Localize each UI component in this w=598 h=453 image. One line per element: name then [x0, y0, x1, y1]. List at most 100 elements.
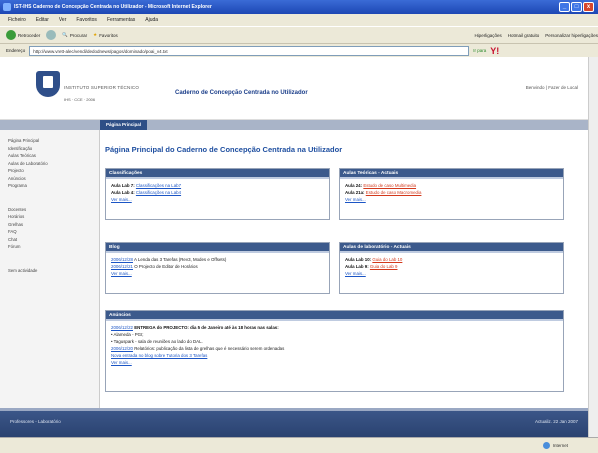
personalize-links[interactable]: Personalizar hiperligações [545, 33, 598, 38]
row-link[interactable]: Guia do Lab 9 [370, 264, 398, 269]
footer-right: Actualiz. 22 Jan 2007 [534, 419, 578, 424]
sidebar-item[interactable]: Aulas Teóricas [0, 153, 99, 161]
panel-title: Anúncios [106, 311, 563, 321]
favorites-button[interactable]: ★ Favoritos [93, 32, 118, 38]
sidebar-item[interactable]: Identificação [0, 146, 99, 154]
sidebar-item[interactable]: Projecto [0, 168, 99, 176]
sidebar-item[interactable]: Docentes [0, 207, 99, 215]
sidebar-item[interactable]: Página Principal [0, 138, 99, 146]
site-footer: Professores - Laboratório Actualiz. 22 J… [0, 408, 588, 437]
menu-help[interactable]: Ajuda [145, 17, 158, 23]
row-date[interactable]: 2006/12/28 [111, 257, 133, 262]
footer-left: Professores - Laboratório [10, 419, 61, 424]
user-info[interactable]: Benvindo | Fazer de Local [526, 85, 578, 90]
panel-classificacoes: Classificações Aula Lab 7: Classificaçõe… [105, 168, 330, 220]
favorites-label: Favoritos [99, 32, 118, 38]
menu-tools[interactable]: Ferramentas [107, 17, 135, 23]
list-item: • Alameda - PGI; [111, 332, 144, 337]
search-label: Procurar [69, 32, 88, 38]
list-item: Aula 21a: Estudo de caso Macromedia [345, 189, 558, 196]
links-label[interactable]: Hiperligações [474, 33, 501, 38]
menu-view[interactable]: Ver [59, 17, 67, 23]
sidebar-item[interactable]: Fórum [0, 244, 99, 252]
back-label: Retroceder [18, 32, 41, 38]
row-link[interactable]: Classificações na Lab7 [136, 183, 181, 188]
title-bar: IST-IHS Caderno de Concepção Centrada no… [0, 0, 598, 14]
list-item: Aula Lab 9: Guia do Lab 9 [345, 263, 558, 270]
go-button[interactable]: Ir para [473, 48, 486, 53]
row-link[interactable]: Classificações na Lab4 [136, 190, 181, 195]
row-text: ENTREGA do PROJECTO: dia 5 de Janeiro at… [134, 325, 279, 330]
status-bar: Internet [0, 437, 598, 453]
back-button[interactable]: Retroceder [6, 30, 40, 40]
menu-file[interactable]: Ficheiro [8, 17, 26, 23]
window-title: IST-IHS Caderno de Concepção Centrada no… [14, 4, 212, 10]
tab-main-page[interactable]: Página Principal [100, 120, 148, 130]
panel-title: Classificações [106, 169, 329, 179]
minimize-button[interactable]: _ [559, 2, 570, 12]
address-input[interactable]: http://www.vrett-alec/vendi/dedodnews/pa… [29, 45, 470, 56]
sidebar-item[interactable]: Sem actividade [0, 268, 99, 276]
address-bar: Endereço http://www.vrett-alec/vendi/ded… [0, 43, 598, 57]
search-icon: 🔍 [62, 32, 68, 37]
row-label: Aula 24: [345, 183, 363, 188]
sidebar-item[interactable]: Grelhas [0, 222, 99, 230]
sidebar-item[interactable]: Anúncios [0, 176, 99, 184]
list-item: 2006/12/20 Relatórios: publicação da lis… [111, 345, 558, 352]
institution-sub: IHS · CCE · 2006 [64, 97, 96, 102]
panel-blog: Blog 2006/12/28 A Lenda das 3 Tarefas (R… [105, 242, 330, 294]
vertical-scrollbar[interactable] [588, 57, 598, 437]
more-link[interactable]: Ver mais... [345, 270, 558, 277]
row-link[interactable]: Guia do Lab 10 [372, 257, 402, 262]
row-date[interactable]: 2006/12/22 [111, 325, 133, 330]
sidebar-item[interactable]: Programa [0, 183, 99, 191]
more-link[interactable]: Ver mais... [111, 196, 324, 203]
site-header: INSTITUTO SUPERIOR TÉCNICO IHS · CCE · 2… [0, 57, 588, 120]
close-button[interactable]: x [583, 2, 594, 12]
row-link[interactable]: Estudo de caso Macromedia [366, 190, 422, 195]
hotmail-link[interactable]: Hotmail gratuito [508, 33, 540, 38]
row-text: A Lenda das 3 Tarefas (Rev3, Modes e Off… [133, 257, 227, 262]
forward-arrow-icon [46, 30, 57, 40]
more-link[interactable]: Ver mais... [345, 196, 558, 203]
maximize-button[interactable]: □ [571, 2, 582, 12]
address-label: Endereço [6, 48, 26, 53]
main-content: Página Principal do Caderno de Concepção… [100, 130, 588, 415]
list-item: 2006/12/22 ENTREGA do PROJECTO: dia 5 de… [111, 324, 558, 331]
panel-anuncios: Anúncios 2006/12/22 ENTREGA do PROJECTO:… [105, 310, 564, 392]
ist-crest-icon [36, 71, 60, 97]
ie-icon [3, 3, 11, 11]
panel-aulas-teoricas: Aulas Teóricas - Actuais Aula 24: Estudo… [339, 168, 564, 220]
panel-title: Aulas Teóricas - Actuais [340, 169, 563, 179]
list-item: • Taguspark - sala de reuniões ao lado d… [111, 339, 203, 344]
row-date[interactable]: 2006/12/21 [111, 264, 133, 269]
row-text: O Projecto de Editor de Horários [134, 264, 198, 269]
row-link[interactable]: Estudo de caso Multimedia [363, 183, 416, 188]
more-link[interactable]: Ver mais... [111, 270, 324, 277]
sidebar-item[interactable]: Chat [0, 237, 99, 245]
star-icon: ★ [93, 32, 98, 37]
row-date[interactable]: 2006/12/20 [111, 346, 133, 351]
menu-favorites[interactable]: Favoritos [76, 17, 97, 23]
sidebar-item[interactable]: Horários [0, 214, 99, 222]
search-button[interactable]: 🔍 Procurar [62, 32, 87, 38]
page-title: Página Principal do Caderno de Concepção… [105, 145, 343, 154]
panel-aulas-lab: Aulas de laboratório - Actuais Aula Lab … [339, 242, 564, 294]
list-item: 2006/12/21 O Projecto de Editor de Horár… [111, 263, 324, 270]
row-label: Aula Lab 10: [345, 257, 372, 262]
menu-bar: Ficheiro Editar Ver Favoritos Ferramenta… [0, 14, 598, 26]
sidebar-item[interactable]: Aulas de Laboratório [0, 161, 99, 169]
panel-title: Aulas de laboratório - Actuais [340, 243, 563, 253]
toolbar: Retroceder 🔍 Procurar ★ Favoritos Hiperlig… [0, 26, 598, 43]
menu-edit[interactable]: Editar [36, 17, 49, 23]
list-item: 2006/12/28 A Lenda das 3 Tarefas (Rev3, … [111, 256, 324, 263]
back-arrow-icon [6, 30, 16, 40]
row-text: Relatórios: publicação da lista de grelh… [134, 346, 285, 351]
status-zone: Internet [552, 443, 568, 448]
institution-name: INSTITUTO SUPERIOR TÉCNICO [64, 85, 140, 90]
more-link[interactable]: Ver mais... [111, 359, 558, 366]
forward-button[interactable] [46, 30, 57, 40]
sidebar-item[interactable]: FAQ [0, 229, 99, 237]
list-item[interactable]: Nova entrada no blog sobre Tutoria dos 3… [111, 352, 558, 359]
yahoo-logo[interactable]: Y! [490, 46, 499, 56]
